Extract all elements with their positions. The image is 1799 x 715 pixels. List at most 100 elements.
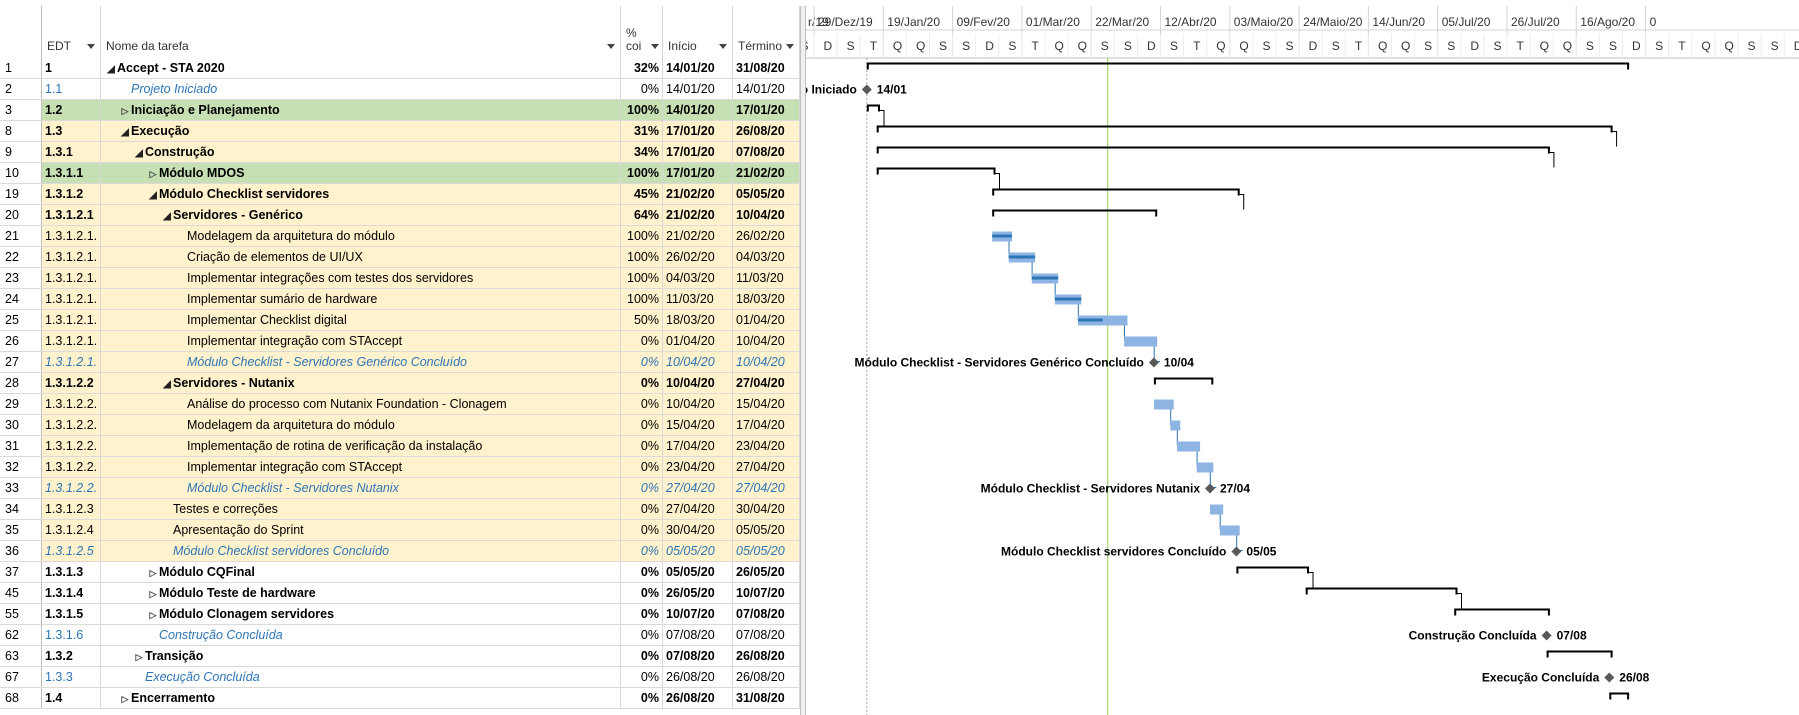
row-id-cell[interactable]: 32 bbox=[0, 457, 42, 477]
edt-cell[interactable]: 1.2 bbox=[42, 100, 101, 120]
start-date-cell[interactable]: 10/07/20 bbox=[663, 604, 733, 624]
task-name-cell[interactable]: Implementar integrações com testes dos s… bbox=[101, 268, 621, 288]
row-id-cell[interactable]: 10 bbox=[0, 163, 42, 183]
edt-cell[interactable]: 1.3.3 bbox=[42, 667, 101, 687]
start-date-cell[interactable]: 17/01/20 bbox=[663, 121, 733, 141]
collapse-triangle-icon[interactable]: ◢ bbox=[161, 207, 173, 225]
task-name-cell[interactable]: Análise do processo com Nutanix Foundati… bbox=[101, 394, 621, 414]
table-row[interactable]: 8 1.3 ◢ Execução 31% 17/01/20 26/08/20 bbox=[0, 121, 800, 142]
end-date-cell[interactable]: 14/01/20 bbox=[733, 79, 800, 99]
task-name-cell[interactable]: Implementar sumário de hardware bbox=[101, 289, 621, 309]
table-row[interactable]: 24 1.3.1.2.1. Implementar sumário de hardw… bbox=[0, 289, 800, 310]
end-date-cell[interactable]: 10/07/20 bbox=[733, 583, 800, 603]
row-id-cell[interactable]: 55 bbox=[0, 604, 42, 624]
task-sheet[interactable]: EDT Nome da tarefa % coi Início Término 1… bbox=[0, 6, 800, 715]
col-header-id[interactable] bbox=[0, 6, 42, 58]
end-dropdown-icon[interactable] bbox=[786, 44, 794, 49]
expand-triangle-icon[interactable]: ▷ bbox=[147, 605, 159, 624]
start-date-cell[interactable]: 26/08/20 bbox=[663, 667, 733, 687]
table-row[interactable]: 26 1.3.1.2.1. Implementar integração com S… bbox=[0, 331, 800, 352]
start-date-cell[interactable]: 17/01/20 bbox=[663, 142, 733, 162]
edt-cell[interactable]: 1.3.1.1 bbox=[42, 163, 101, 183]
percent-complete-cell[interactable]: 0% bbox=[621, 625, 663, 645]
collapse-triangle-icon[interactable]: ◢ bbox=[147, 186, 159, 204]
table-row[interactable]: 30 1.3.1.2.2. Modelagem da arquitetura do … bbox=[0, 415, 800, 436]
table-row[interactable]: 23 1.3.1.2.1. Implementar integrações com … bbox=[0, 268, 800, 289]
start-date-cell[interactable]: 11/03/20 bbox=[663, 289, 733, 309]
edt-cell[interactable]: 1.3.1.2.1. bbox=[42, 226, 101, 246]
end-date-cell[interactable]: 30/04/20 bbox=[733, 499, 800, 519]
end-date-cell[interactable]: 26/05/20 bbox=[733, 562, 800, 582]
end-date-cell[interactable]: 05/05/20 bbox=[733, 520, 800, 540]
percent-complete-cell[interactable]: 0% bbox=[621, 79, 663, 99]
table-row[interactable]: 10 1.3.1.1 ▷ Módulo MDOS 100% 17/01/20 21/02/2… bbox=[0, 163, 800, 184]
end-date-cell[interactable]: 26/08/20 bbox=[733, 121, 800, 141]
task-name-cell[interactable]: Módulo Checklist - Servidores Genérico C… bbox=[101, 352, 621, 372]
edt-cell[interactable]: 1.4 bbox=[42, 688, 101, 708]
start-date-cell[interactable]: 04/03/20 bbox=[663, 268, 733, 288]
col-header-name[interactable]: Nome da tarefa bbox=[101, 6, 621, 58]
end-date-cell[interactable]: 27/04/20 bbox=[733, 457, 800, 477]
table-row[interactable]: 45 1.3.1.4 ▷ Módulo Teste de hardware 0% 26/0… bbox=[0, 583, 800, 604]
start-date-cell[interactable]: 07/08/20 bbox=[663, 646, 733, 666]
table-row[interactable]: 28 1.3.1.2.2 ◢ Servidores - Nutanix 0% 10/04/… bbox=[0, 373, 800, 394]
collapse-triangle-icon[interactable]: ◢ bbox=[119, 123, 131, 141]
start-date-cell[interactable]: 10/04/20 bbox=[663, 373, 733, 393]
end-date-cell[interactable]: 26/02/20 bbox=[733, 226, 800, 246]
edt-cell[interactable]: 1.3.1.2.2 bbox=[42, 373, 101, 393]
percent-complete-cell[interactable]: 0% bbox=[621, 583, 663, 603]
start-date-cell[interactable]: 27/04/20 bbox=[663, 478, 733, 498]
task-name-cell[interactable]: Apresentação do Sprint bbox=[101, 520, 621, 540]
table-row[interactable]: 2 1.1 Projeto Iniciado 0% 14/01/20 14/01/20 bbox=[0, 79, 800, 100]
edt-cell[interactable]: 1.3 bbox=[42, 121, 101, 141]
end-date-cell[interactable]: 26/08/20 bbox=[733, 646, 800, 666]
col-header-pct[interactable]: % coi bbox=[621, 6, 663, 58]
expand-triangle-icon[interactable]: ▷ bbox=[147, 164, 159, 183]
task-name-cell[interactable]: Projeto Iniciado bbox=[101, 79, 621, 99]
start-date-cell[interactable]: 10/04/20 bbox=[663, 352, 733, 372]
row-id-cell[interactable]: 26 bbox=[0, 331, 42, 351]
task-name-cell[interactable]: ◢ Módulo Checklist servidores bbox=[101, 184, 621, 204]
edt-cell[interactable]: 1.3.1.2.2. bbox=[42, 478, 101, 498]
percent-complete-cell[interactable]: 34% bbox=[621, 142, 663, 162]
edt-cell[interactable]: 1.3.1.2 bbox=[42, 184, 101, 204]
edt-cell[interactable]: 1.3.1.2.1. bbox=[42, 247, 101, 267]
col-header-end[interactable]: Término bbox=[733, 6, 800, 58]
row-id-cell[interactable]: 35 bbox=[0, 520, 42, 540]
row-id-cell[interactable]: 3 bbox=[0, 100, 42, 120]
start-date-cell[interactable]: 23/04/20 bbox=[663, 457, 733, 477]
row-id-cell[interactable]: 22 bbox=[0, 247, 42, 267]
end-date-cell[interactable]: 17/04/20 bbox=[733, 415, 800, 435]
task-name-cell[interactable]: ◢ Execução bbox=[101, 121, 621, 141]
name-dropdown-icon[interactable] bbox=[607, 44, 615, 49]
end-date-cell[interactable]: 23/04/20 bbox=[733, 436, 800, 456]
start-date-cell[interactable]: 15/04/20 bbox=[663, 415, 733, 435]
edt-dropdown-icon[interactable] bbox=[87, 44, 95, 49]
edt-cell[interactable]: 1.3.1 bbox=[42, 142, 101, 162]
start-date-cell[interactable]: 26/08/20 bbox=[663, 688, 733, 708]
start-date-cell[interactable]: 01/04/20 bbox=[663, 331, 733, 351]
task-name-cell[interactable]: Implementação de rotina de verificação d… bbox=[101, 436, 621, 456]
edt-cell[interactable]: 1.1 bbox=[42, 79, 101, 99]
pct-dropdown-icon[interactable] bbox=[651, 44, 659, 49]
collapse-triangle-icon[interactable]: ◢ bbox=[105, 60, 117, 78]
end-date-cell[interactable]: 18/03/20 bbox=[733, 289, 800, 309]
percent-complete-cell[interactable]: 45% bbox=[621, 184, 663, 204]
row-id-cell[interactable]: 9 bbox=[0, 142, 42, 162]
table-row[interactable]: 67 1.3.3 Execução Concluída 0% 26/08/20 26/08… bbox=[0, 667, 800, 688]
expand-triangle-icon[interactable]: ▷ bbox=[119, 689, 131, 708]
end-date-cell[interactable]: 07/08/20 bbox=[733, 142, 800, 162]
end-date-cell[interactable]: 26/08/20 bbox=[733, 667, 800, 687]
table-row[interactable]: 62 1.3.1.6 Construção Concluída 0% 07/08/20 0… bbox=[0, 625, 800, 646]
edt-cell[interactable]: 1.3.1.2.1. bbox=[42, 289, 101, 309]
task-name-cell[interactable]: Criação de elementos de UI/UX bbox=[101, 247, 621, 267]
row-id-cell[interactable]: 20 bbox=[0, 205, 42, 225]
percent-complete-cell[interactable]: 0% bbox=[621, 436, 663, 456]
percent-complete-cell[interactable]: 100% bbox=[621, 100, 663, 120]
end-date-cell[interactable]: 27/04/20 bbox=[733, 373, 800, 393]
row-id-cell[interactable]: 24 bbox=[0, 289, 42, 309]
percent-complete-cell[interactable]: 0% bbox=[621, 499, 663, 519]
row-id-cell[interactable]: 27 bbox=[0, 352, 42, 372]
task-name-cell[interactable]: ◢ Accept - STA 2020 bbox=[101, 58, 621, 78]
task-name-cell[interactable]: ▷ Transição bbox=[101, 646, 621, 666]
